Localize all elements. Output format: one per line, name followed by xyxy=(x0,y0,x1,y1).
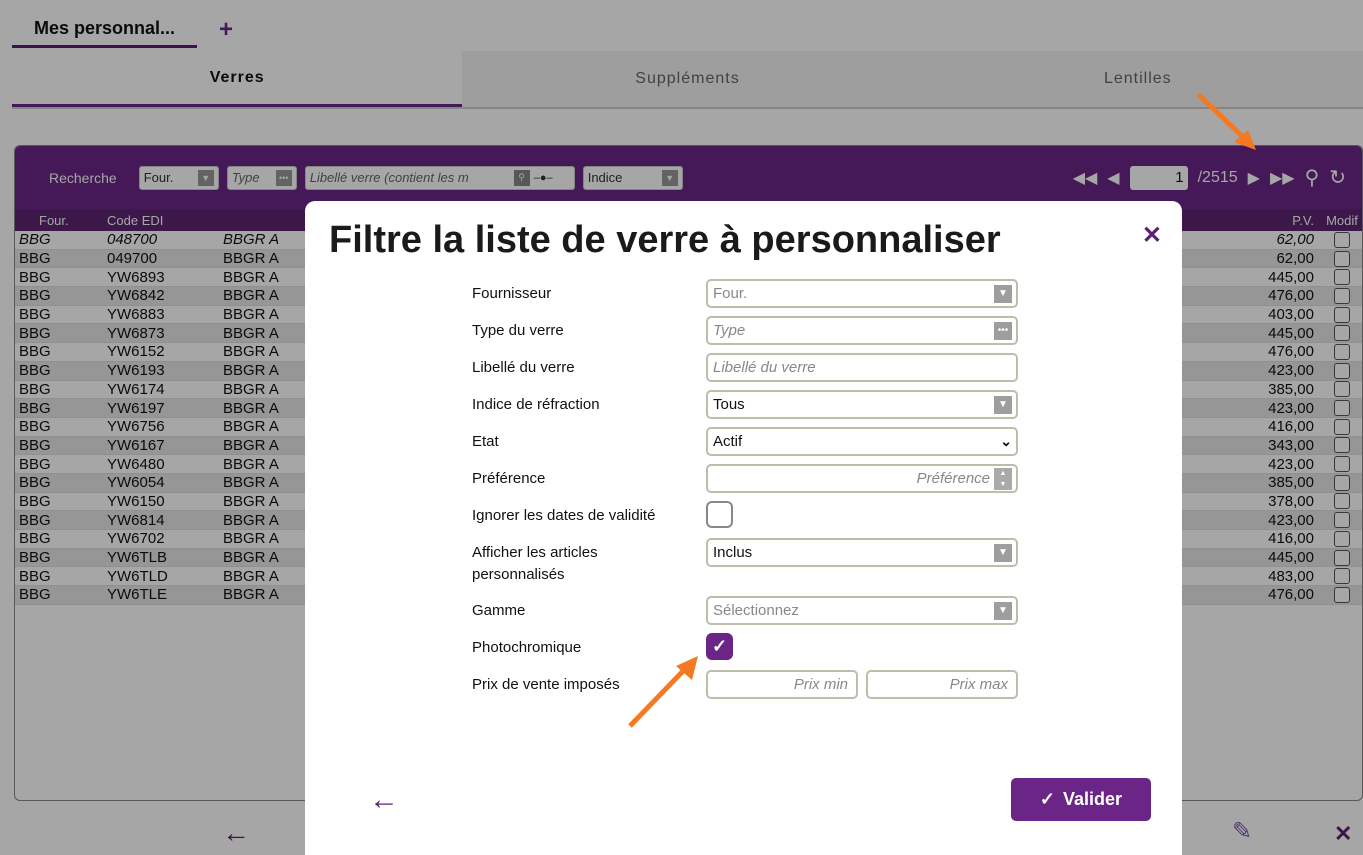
etat-value: Actif xyxy=(713,433,743,450)
afficher-select[interactable]: Inclus ▼ xyxy=(706,538,1018,567)
valider-label: Valider xyxy=(1063,789,1123,809)
annotation-arrow-photochromique xyxy=(628,656,698,728)
chevron-down-icon: ⌄ xyxy=(1000,433,1012,449)
field-photochromique: Photochromique ✓ xyxy=(472,633,1032,662)
filter-form: Fournisseur Four. ▼ Type du verre Type •… xyxy=(472,279,1032,707)
back-arrow-icon[interactable]: ← xyxy=(369,783,399,817)
valider-button[interactable]: ✓ Valider xyxy=(1011,778,1151,821)
afficher-value: Inclus xyxy=(713,544,753,561)
etat-label: Etat xyxy=(472,433,499,450)
ignorer-checkbox[interactable] xyxy=(706,501,733,528)
type-input[interactable]: Type ••• xyxy=(706,316,1018,345)
field-prix: Prix de vente imposés Prix min Prix max xyxy=(472,670,1032,699)
prix-max-input[interactable]: Prix max xyxy=(866,670,1018,699)
ellipsis-icon[interactable]: ••• xyxy=(994,321,1012,340)
dropdown-icon: ▼ xyxy=(994,284,1012,303)
field-libelle: Libellé du verre Libellé du verre xyxy=(472,353,1032,382)
close-icon[interactable]: ✕ xyxy=(1142,221,1162,250)
filter-modal: Filtre la liste de verre à personnaliser… xyxy=(305,201,1182,855)
type-placeholder: Type xyxy=(713,322,746,339)
libelle-label: Libellé du verre xyxy=(472,359,575,376)
field-type: Type du verre Type ••• xyxy=(472,316,1032,345)
libelle-placeholder: Libellé du verre xyxy=(713,359,816,376)
preference-label: Préférence xyxy=(472,470,546,487)
indice-select[interactable]: Tous ▼ xyxy=(706,390,1018,419)
type-label: Type du verre xyxy=(472,322,564,339)
fournisseur-value: Four. xyxy=(713,285,748,302)
prix-min-input[interactable]: Prix min xyxy=(706,670,858,699)
preference-input[interactable]: Préférence ▲ ▼ xyxy=(706,464,1018,493)
field-afficher: Afficher les articles personnalisés Incl… xyxy=(472,538,1032,588)
check-icon: ✓ xyxy=(711,636,728,656)
fournisseur-select[interactable]: Four. ▼ xyxy=(706,279,1018,308)
field-ignorer: Ignorer les dates de validité xyxy=(472,501,1032,530)
dropdown-icon: ▼ xyxy=(994,395,1012,414)
spinner-icon[interactable]: ▲ ▼ xyxy=(994,467,1012,490)
gamme-select[interactable]: Sélectionnez ▼ xyxy=(706,596,1018,625)
indice-value: Tous xyxy=(713,396,745,413)
field-indice: Indice de réfraction Tous ▼ xyxy=(472,390,1032,419)
prix-min-placeholder: Prix min xyxy=(793,676,848,693)
indice-label: Indice de réfraction xyxy=(472,396,600,413)
ignorer-label: Ignorer les dates de validité xyxy=(472,507,656,524)
afficher-label: Afficher les articles personnalisés xyxy=(472,544,598,583)
modal-title: Filtre la liste de verre à personnaliser xyxy=(329,219,1001,261)
gamme-placeholder: Sélectionnez xyxy=(713,602,799,619)
field-fournisseur: Fournisseur Four. ▼ xyxy=(472,279,1032,308)
check-icon: ✓ xyxy=(1039,789,1056,809)
field-etat: Etat Actif ⌄ xyxy=(472,427,1032,456)
etat-select[interactable]: Actif ⌄ xyxy=(706,427,1018,456)
preference-placeholder: Préférence xyxy=(916,470,990,487)
annotation-arrow-search xyxy=(1196,92,1256,150)
dropdown-icon: ▼ xyxy=(994,601,1012,620)
fournisseur-label: Fournisseur xyxy=(472,285,552,302)
dropdown-icon: ▼ xyxy=(994,543,1012,562)
gamme-label: Gamme xyxy=(472,602,526,619)
field-preference: Préférence Préférence ▲ ▼ xyxy=(472,464,1032,493)
field-gamme: Gamme Sélectionnez ▼ xyxy=(472,596,1032,625)
prix-max-placeholder: Prix max xyxy=(949,676,1008,693)
libelle-input[interactable]: Libellé du verre xyxy=(706,353,1018,382)
